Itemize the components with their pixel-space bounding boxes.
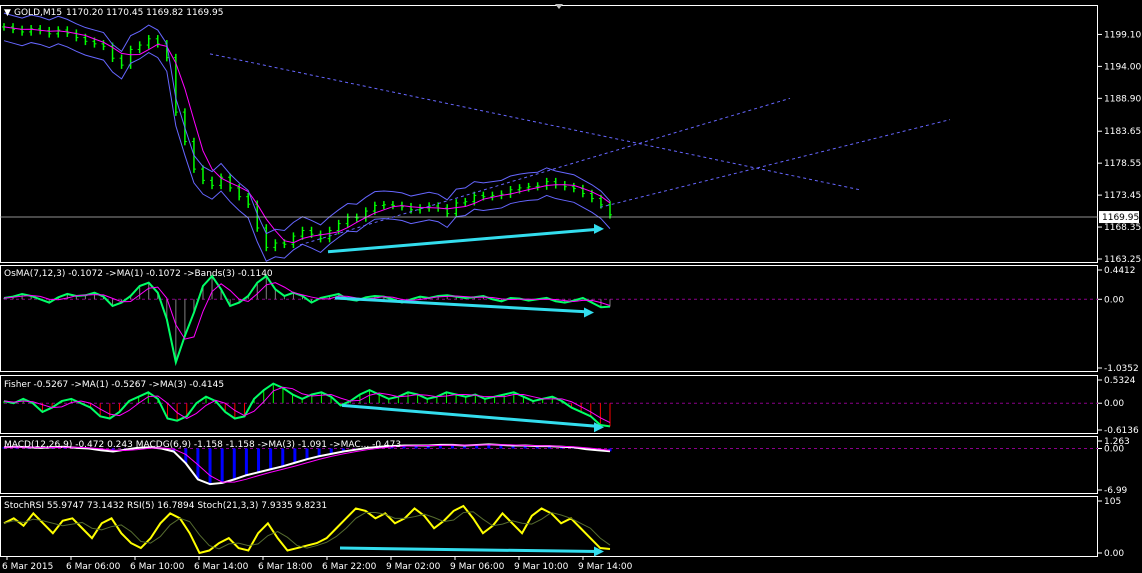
y-tick-label: -1.0352 xyxy=(1104,364,1139,374)
x-tick-label: 9 Mar 10:00 xyxy=(514,562,569,572)
ohlc-readout: 1170.20 1170.45 1169.82 1169.95 xyxy=(66,8,223,18)
y-tick-label: 1188.90 xyxy=(1104,94,1141,104)
y-tick-label: -0.6136 xyxy=(1104,426,1139,436)
y-tick-label: 1163.25 xyxy=(1104,255,1141,265)
x-tick-label: 6 Mar 22:00 xyxy=(322,562,377,572)
bollinger-band-line xyxy=(3,40,611,262)
axes: 1199.10 1194.00 1188.90 1183.65 1178.55 1173.… xyxy=(2,4,1141,572)
y-tick-label: -6.99 xyxy=(1104,486,1128,496)
x-tick-label: 9 Mar 06:00 xyxy=(450,562,505,572)
y-tick-label: 1183.65 xyxy=(1104,127,1141,137)
osma-title: OsMA(7,12,3) -0.1072 ->MA(1) -0.1072 ->B… xyxy=(4,269,273,279)
x-tick-label: 9 Mar 02:00 xyxy=(386,562,441,572)
stochrsi-title: StochRSI 55.9747 73.1432 RSI(5) 16.7894 … xyxy=(4,501,327,511)
price-pane[interactable]: 1169.95 xyxy=(0,12,1139,262)
stochrsi-pane[interactable] xyxy=(3,504,611,557)
divergence-arrow xyxy=(327,227,599,254)
x-tick-label: 6 Mar 10:00 xyxy=(130,562,185,572)
y-tick-label: 0.00 xyxy=(1104,549,1124,559)
x-tick-label: 9 Mar 14:00 xyxy=(578,562,633,572)
signal-line xyxy=(3,386,611,424)
divergence-arrow xyxy=(339,546,599,554)
y-tick-label: 105 xyxy=(1104,497,1121,507)
trend-line xyxy=(599,119,951,208)
y-tick-label: 1173.45 xyxy=(1104,191,1141,201)
x-tick-label: 6 Mar 06:00 xyxy=(66,562,121,572)
indicator-line xyxy=(3,504,611,555)
macd-pane[interactable] xyxy=(2,443,1098,486)
trend-line xyxy=(299,97,791,246)
fisher-pane[interactable] xyxy=(3,382,1098,433)
scroll-marker-icon xyxy=(555,4,563,9)
moving-average-line xyxy=(3,26,611,244)
y-tick-label: 0.00 xyxy=(1104,399,1124,409)
divergence-arrow-head xyxy=(594,223,604,234)
signal-line xyxy=(3,282,611,340)
y-tick-label: 1178.55 xyxy=(1104,159,1141,169)
y-tick-label: 0.00 xyxy=(1104,444,1124,454)
y-tick-label: 1194.00 xyxy=(1104,62,1141,72)
trend-line xyxy=(209,53,861,191)
chart-symbol-title: GOLD,M15 xyxy=(14,8,62,18)
current-price-label: 1169.95 xyxy=(1102,213,1139,223)
symbol-menu-icon[interactable]: ▼ xyxy=(4,8,11,18)
y-tick-label: 1168.35 xyxy=(1104,223,1141,233)
indicator-line xyxy=(3,274,611,367)
fisher-title: Fisher -0.5267 ->MA(1) -0.5267 ->MA(3) -… xyxy=(4,380,224,390)
x-tick-label: 6 Mar 2015 xyxy=(2,562,53,572)
pane-frames xyxy=(0,5,1098,557)
pane-border xyxy=(0,265,1098,372)
x-tick-label: 6 Mar 14:00 xyxy=(194,562,249,572)
y-tick-label: 1199.10 xyxy=(1104,30,1141,40)
y-tick-label: 0.4412 xyxy=(1104,266,1136,276)
osma-pane[interactable] xyxy=(3,274,1098,367)
trading-chart[interactable]: 1169.95 1199.10 1194.00 1188.90 1183.65 1178… xyxy=(0,0,1142,573)
macd-title: MACD(12,26,9) -0.472 0.243 MACDG(6,9) -1… xyxy=(4,440,401,450)
divergence-arrow xyxy=(341,403,599,428)
y-tick-label: 0.5324 xyxy=(1104,376,1136,386)
y-tick-label: 0.00 xyxy=(1104,295,1124,305)
divergence-arrow-head xyxy=(584,307,594,318)
x-tick-label: 6 Mar 18:00 xyxy=(258,562,313,572)
